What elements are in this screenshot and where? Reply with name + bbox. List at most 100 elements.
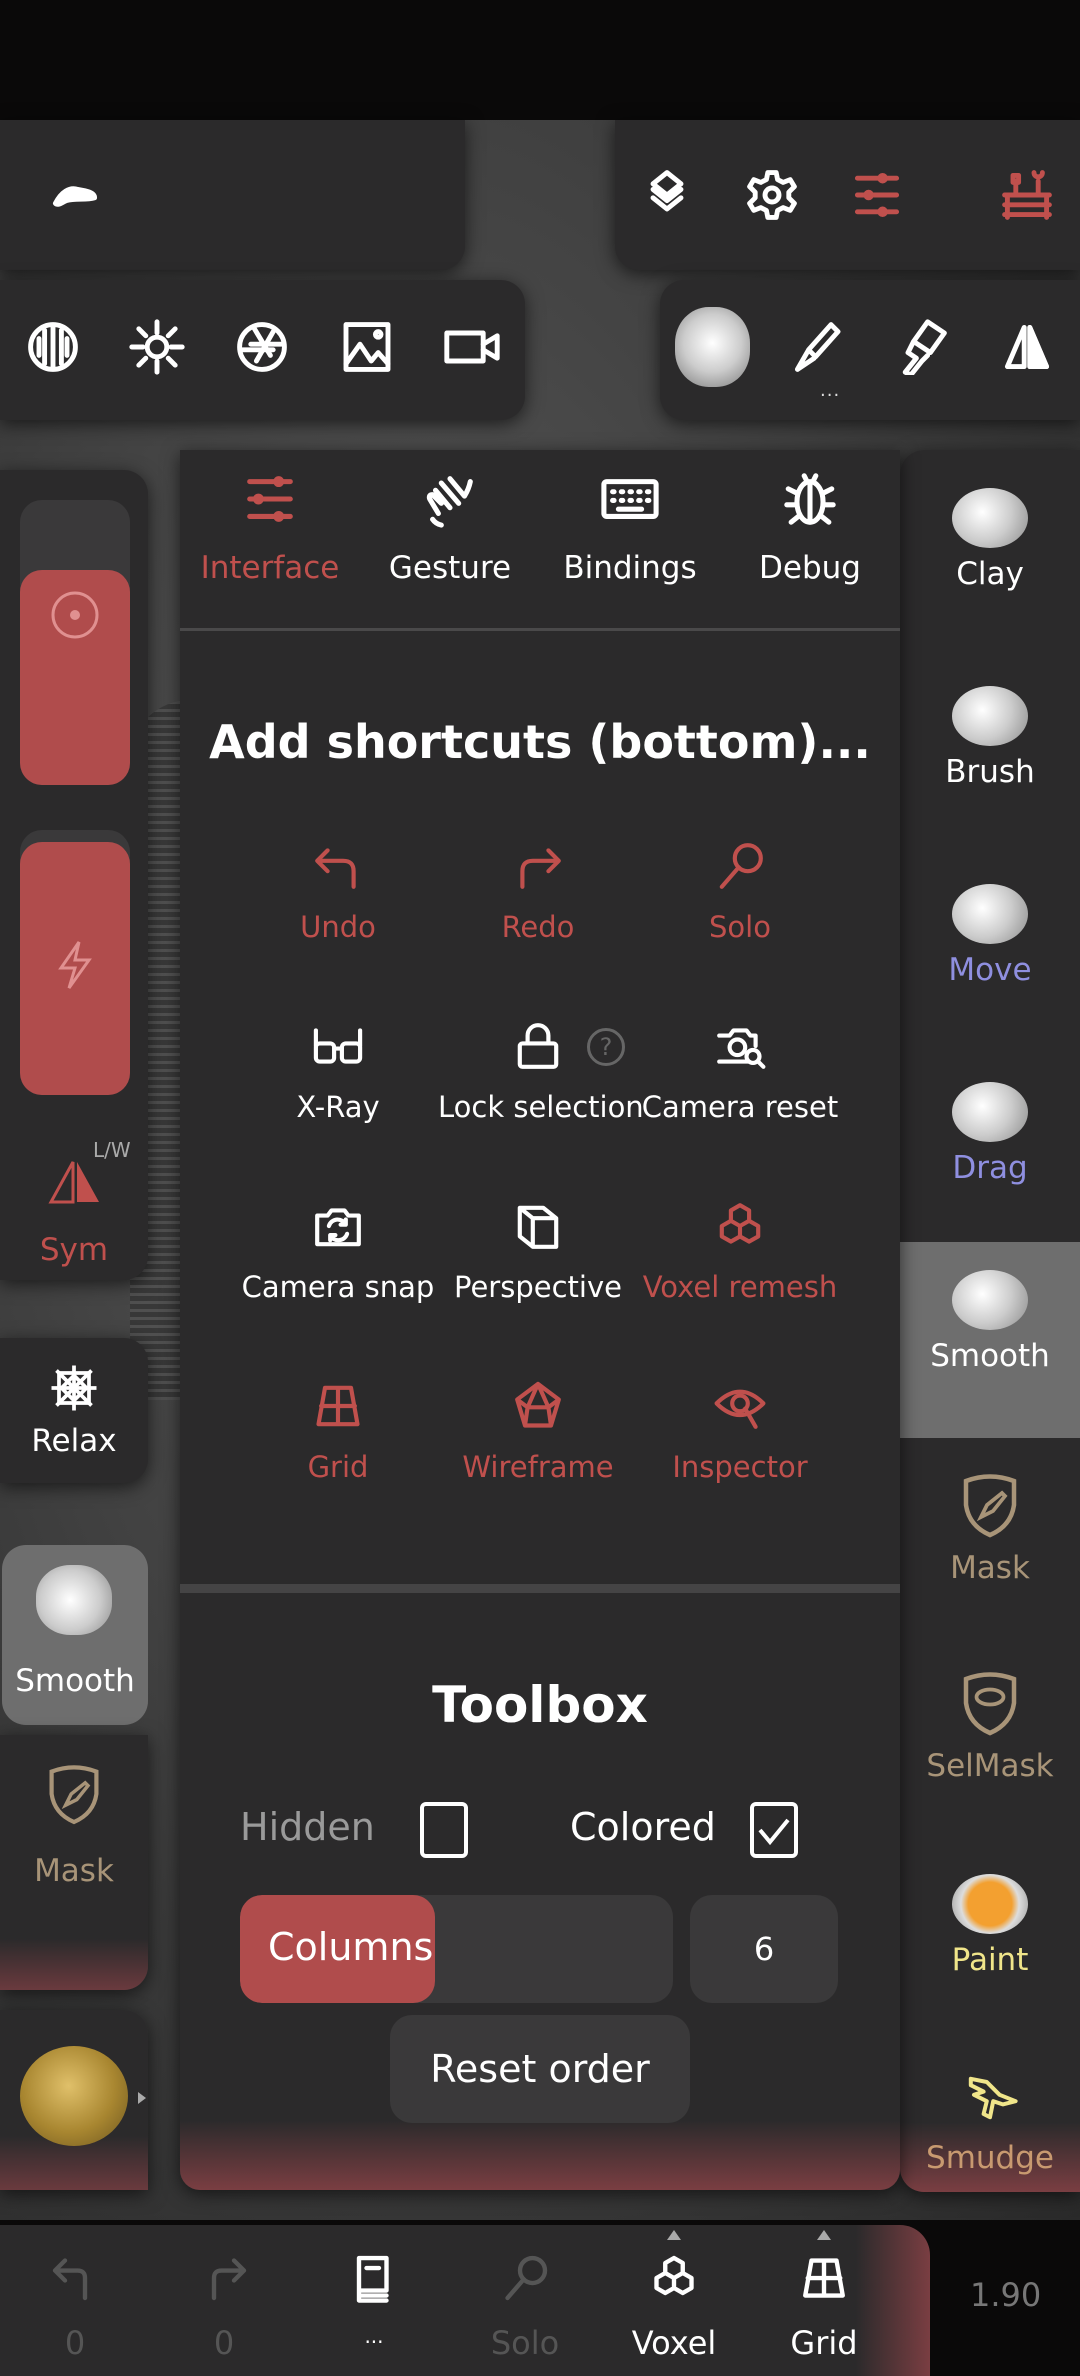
voxel-cubes-icon	[719, 1203, 761, 1244]
video-camera-icon[interactable]	[442, 317, 502, 377]
tab-bindings[interactable]: Bindings	[540, 470, 720, 586]
tab-debug[interactable]: Debug	[720, 470, 900, 586]
left-tool-mask[interactable]: Mask	[0, 1735, 148, 1990]
gear-icon[interactable]	[742, 165, 802, 225]
tool-paint[interactable]: Paint	[900, 1846, 1080, 2042]
bottom-voxel-button[interactable]: Voxel	[614, 2250, 734, 2362]
file-toolbar: ...	[0, 120, 465, 363]
undo-icon	[52, 2258, 88, 2301]
sliders-icon[interactable]	[847, 165, 907, 225]
tool-label: Drag	[952, 1150, 1028, 1186]
grid-icon	[316, 1385, 360, 1427]
selmask-shield-icon	[963, 1672, 1017, 1736]
hidden-checkbox[interactable]	[420, 1802, 468, 1858]
tool-label: Relax	[31, 1423, 117, 1459]
brush-icon	[952, 686, 1028, 746]
tool-label: Smooth	[15, 1663, 135, 1699]
smooth-brush-icon[interactable]	[675, 307, 750, 387]
paintbrush-icon[interactable]	[787, 317, 847, 377]
tool-clay[interactable]: Clay	[900, 460, 1080, 656]
tool-label: Paint	[951, 1942, 1029, 1978]
redo-count: 0	[213, 2324, 235, 2362]
camera-snap-icon	[315, 1208, 361, 1247]
search-icon	[505, 2255, 548, 2301]
matcap-grid-icon[interactable]	[23, 317, 83, 377]
bottom-more-button[interactable]: ...	[314, 2250, 434, 2348]
tool-label: Smudge	[926, 2140, 1054, 2176]
checkmark-icon	[758, 1818, 790, 1846]
shortcut-inspector[interactable]: Inspector	[640, 1380, 840, 1484]
tool-label: Clay	[956, 556, 1024, 592]
tool-label: Mask	[950, 1550, 1030, 1586]
intensity-slider[interactable]	[20, 830, 130, 1095]
tool-label: SelMask	[926, 1748, 1054, 1784]
tool-smooth[interactable]: Smooth	[900, 1242, 1080, 1438]
radius-slider[interactable]	[20, 500, 130, 785]
shortcut-camera-snap[interactable]: Camera snap	[238, 1200, 438, 1304]
tool-brush[interactable]: Brush	[900, 658, 1080, 854]
logo-icon[interactable]	[45, 165, 105, 225]
tool-mask[interactable]: Mask	[900, 1450, 1080, 1646]
left-tool-panel: L/W Sym	[0, 470, 148, 1280]
shortcut-camera-reset[interactable]: Camera reset	[640, 1020, 840, 1124]
layers-icon[interactable]	[637, 165, 697, 225]
fill-brush-icon[interactable]	[892, 317, 952, 377]
material-picker[interactable]	[0, 2010, 148, 2190]
zoom-readout: 1.90	[970, 2276, 1042, 2314]
search-icon	[719, 843, 763, 889]
expand-arrow-icon[interactable]	[138, 2092, 146, 2104]
shortcut-label: Camera reset	[641, 1090, 839, 1124]
shortcut-label: Redo	[501, 910, 575, 944]
left-tool-smooth[interactable]: Smooth	[2, 1545, 148, 1725]
voxel-cubes-icon	[654, 2255, 694, 2296]
shortcut-perspective[interactable]: Perspective	[438, 1200, 638, 1304]
tool-smudge[interactable]: Smudge	[900, 2044, 1080, 2194]
tool-label: Brush	[945, 754, 1035, 790]
grid-icon	[803, 2258, 845, 2298]
section-title: Add shortcuts (bottom)...	[209, 715, 871, 769]
tool-drag[interactable]: Drag	[900, 1054, 1080, 1250]
sun-icon[interactable]	[127, 317, 187, 377]
bottom-undo-button[interactable]: 0	[15, 2250, 135, 2362]
shortcut-solo[interactable]: Solo	[640, 840, 840, 944]
shortcut-wireframe[interactable]: Wireframe	[438, 1380, 638, 1484]
toolbox-icon[interactable]	[997, 165, 1057, 225]
shortcut-undo[interactable]: Undo	[238, 840, 438, 944]
smooth-brush-icon	[36, 1565, 112, 1635]
shortcut-redo[interactable]: Redo	[438, 840, 638, 944]
tool-move[interactable]: Move	[900, 856, 1080, 1052]
shortcut-grid[interactable]: Grid	[238, 1380, 438, 1484]
tool-label: Mask	[34, 1853, 114, 1889]
redo-icon	[211, 2258, 247, 2301]
brush-toolbar: ...	[660, 280, 1080, 420]
sym-label[interactable]: Sym	[0, 1232, 148, 1268]
colored-label: Colored	[570, 1805, 716, 1849]
left-tool-relax[interactable]: Relax	[0, 1338, 148, 1483]
tool-label: Move	[948, 952, 1032, 988]
colored-checkbox[interactable]	[750, 1802, 798, 1858]
shortcut-xray[interactable]: X-Ray	[238, 1020, 438, 1124]
bottom-redo-button[interactable]: 0	[164, 2250, 284, 2362]
symmetry-icon[interactable]	[48, 1160, 102, 1205]
tab-gesture[interactable]: Gesture	[360, 470, 540, 586]
wireframe-icon	[515, 1381, 561, 1428]
tab-interface[interactable]: Interface	[180, 470, 360, 586]
tool-selmask[interactable]: SelMask	[900, 1648, 1080, 1844]
grid-expand-icon	[817, 2230, 831, 2240]
help-icon[interactable]: ?	[587, 1028, 625, 1066]
undo-icon	[315, 848, 356, 889]
columns-slider[interactable]: Columns	[240, 1895, 673, 2003]
bottom-solo-button[interactable]: Solo	[465, 2250, 585, 2362]
perspective-cube-icon	[517, 1205, 559, 1249]
aperture-icon[interactable]	[232, 317, 292, 377]
columns-value-input[interactable]: 6	[690, 1895, 838, 2003]
shortcut-label: Wireframe	[462, 1450, 614, 1484]
columns-label: Columns	[268, 1925, 434, 1969]
symmetry-icon[interactable]	[997, 317, 1057, 377]
tab-label: Bindings	[563, 550, 697, 586]
undo-count: 0	[64, 2324, 86, 2362]
image-icon[interactable]	[337, 317, 397, 377]
reset-order-button[interactable]: Reset order	[390, 2015, 690, 2123]
shortcut-voxel-remesh[interactable]: Voxel remesh	[640, 1200, 840, 1304]
bottom-grid-button[interactable]: Grid	[764, 2250, 884, 2362]
